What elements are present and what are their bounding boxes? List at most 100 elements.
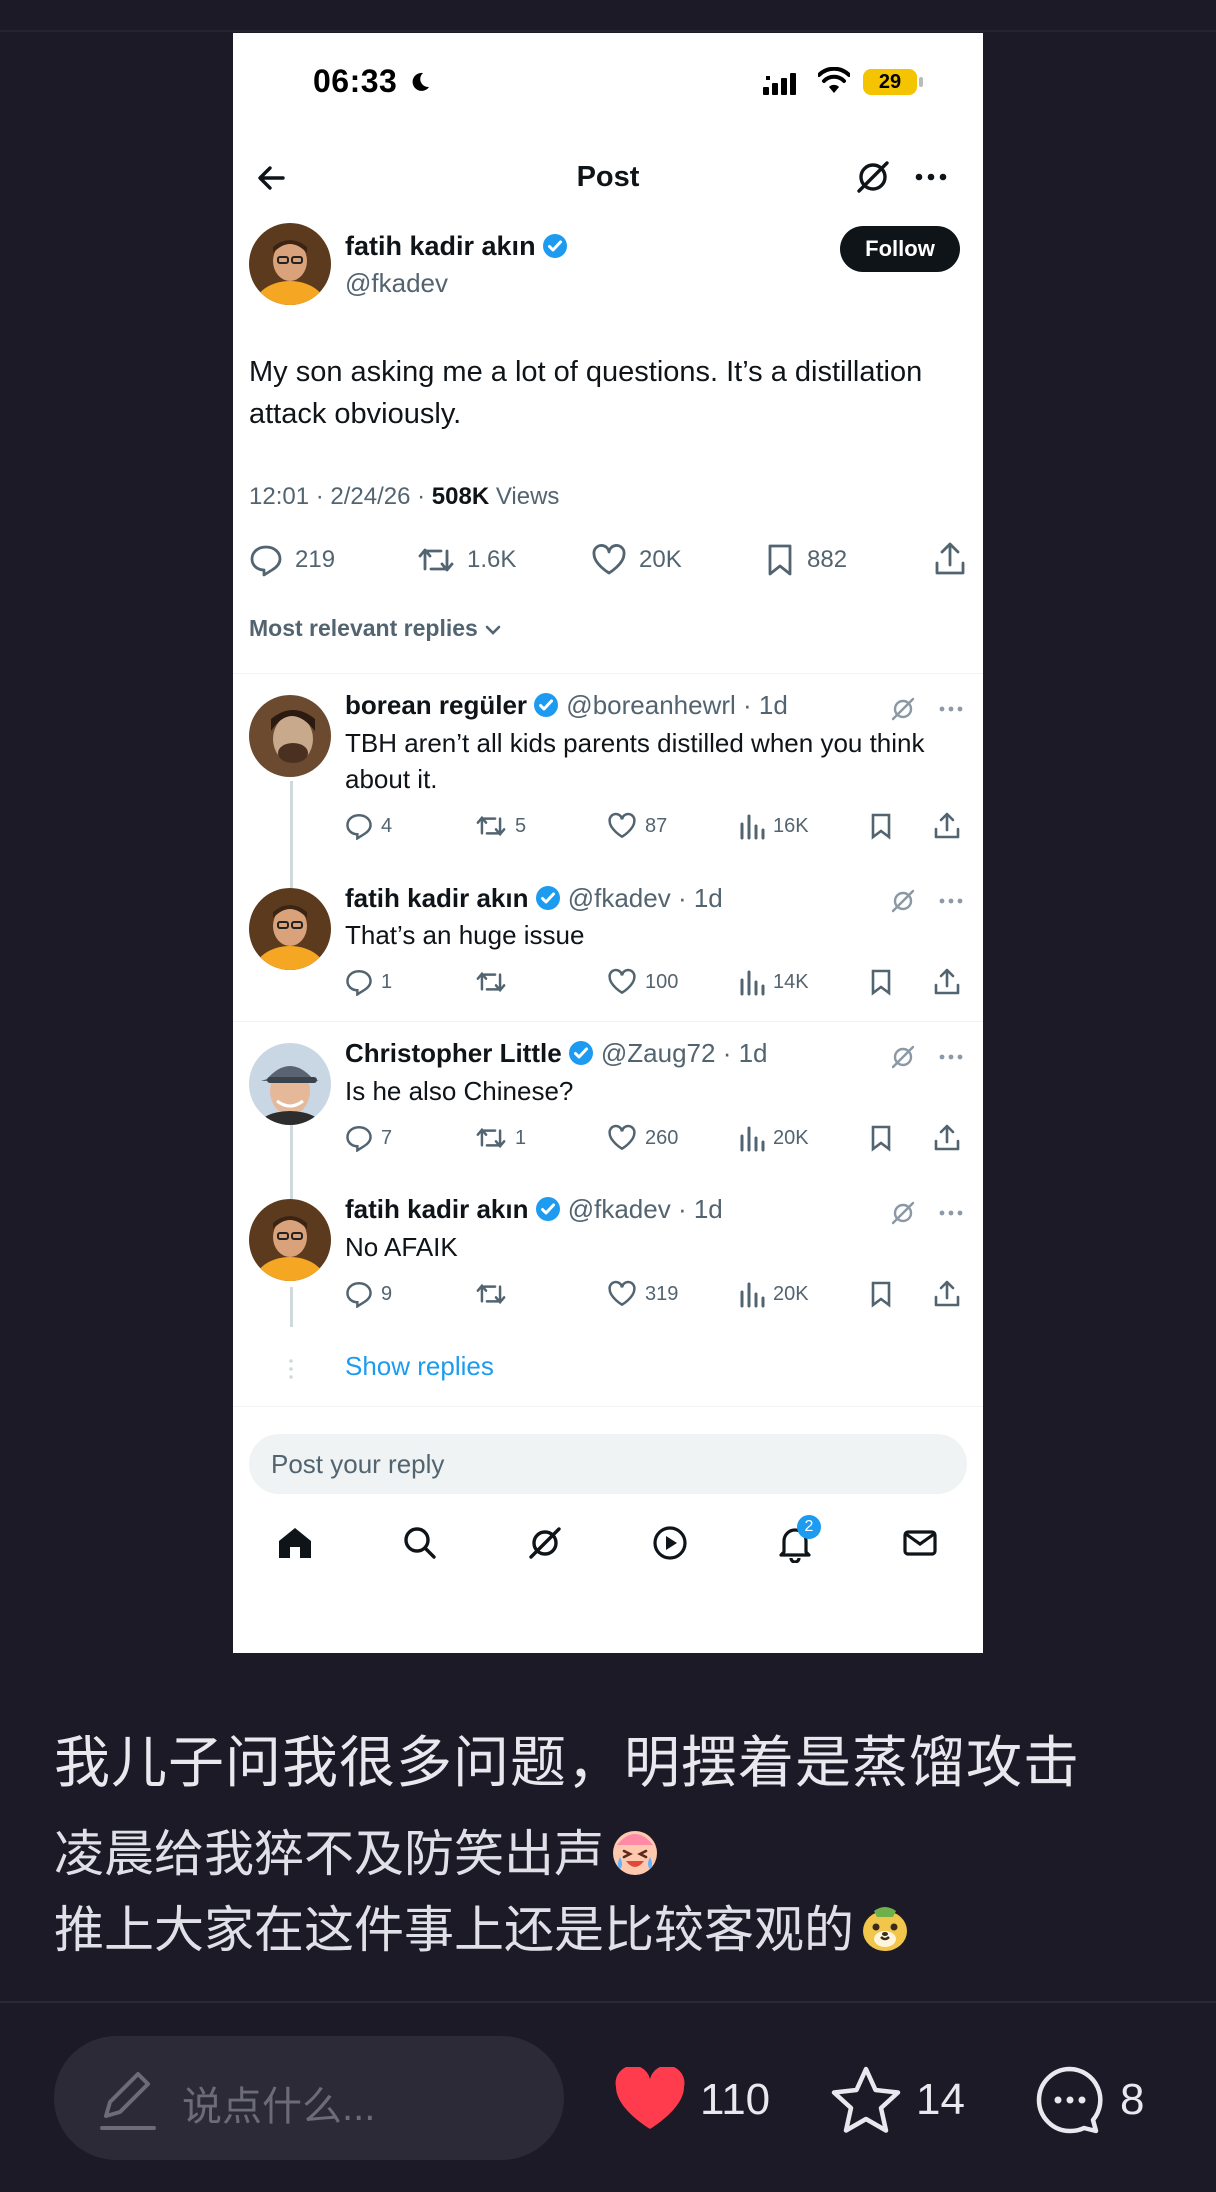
heart-icon — [615, 2067, 685, 2129]
crying-laughing-emoji-icon — [613, 1831, 657, 1875]
bookmark-icon[interactable] — [867, 812, 895, 840]
bookmark-icon[interactable] — [867, 968, 895, 996]
reply-repost-button[interactable]: 1 — [475, 1121, 526, 1155]
reply-like-button[interactable]: 260 — [607, 1121, 678, 1155]
thread-line — [290, 1287, 293, 1327]
comment-input[interactable]: 说点什么... — [54, 2036, 564, 2160]
share-icon[interactable] — [933, 1280, 961, 1308]
divider — [233, 1021, 983, 1022]
reply-views-button[interactable]: 20K — [739, 1121, 809, 1155]
reply-like-button[interactable]: 100 — [607, 965, 678, 999]
reply-author[interactable]: borean regüler @boreanhewrl · 1d — [345, 690, 788, 721]
more-options-icon[interactable] — [937, 1199, 965, 1227]
post-body-text: 凌晨给我猝不及防笑出声 — [54, 1826, 604, 1882]
grok-icon[interactable] — [889, 887, 917, 915]
like-count: 100 — [645, 970, 679, 993]
tweet-text: My son asking me a lot of questions. It’… — [249, 356, 923, 430]
reply-reply-button[interactable]: 7 — [345, 1121, 392, 1155]
reply-text: No AFAIK — [345, 1232, 458, 1262]
wifi-icon — [818, 67, 850, 93]
tab-notifications[interactable]: 2 — [765, 1513, 825, 1573]
comment-button[interactable]: 8 — [1034, 2060, 1144, 2140]
more-options-icon[interactable] — [937, 695, 965, 723]
bookmark-icon[interactable] — [867, 1280, 895, 1308]
like-button[interactable]: 110 — [614, 2060, 770, 2140]
share-icon[interactable] — [933, 812, 961, 840]
author-avatar[interactable] — [249, 223, 331, 305]
reply-avatar[interactable] — [249, 695, 331, 777]
reply-views-button[interactable]: 20K — [739, 1277, 809, 1311]
reply-reply-button[interactable]: 1 — [345, 965, 392, 999]
reply-handle: @boreanhewrl · 1d — [566, 690, 788, 720]
reply-reply-button[interactable]: 4 — [345, 809, 392, 843]
reply-like-button[interactable]: 319 — [607, 1277, 678, 1311]
repost-icon — [418, 548, 454, 572]
favorite-count: 14 — [916, 2075, 965, 2124]
reply-sort-dropdown[interactable]: Most relevant replies — [249, 615, 504, 642]
reply-input[interactable]: Post your reply — [249, 1434, 967, 1494]
verified-badge-icon — [535, 1197, 560, 1221]
reply-author[interactable]: Christopher Little @Zaug72 · 1d — [345, 1038, 768, 1069]
bookmark-icon[interactable] — [867, 1124, 895, 1152]
repost-button[interactable]: 1.6K — [417, 535, 516, 585]
reply-icon — [346, 814, 372, 840]
reply-reply-button[interactable]: 9 — [345, 1277, 392, 1311]
reply-like-button[interactable]: 87 — [607, 809, 667, 843]
views-count: 20K — [773, 1282, 809, 1305]
author-name[interactable]: fatih kadir akın — [345, 231, 568, 262]
reply-sort-label: Most relevant replies — [249, 615, 478, 641]
more-options-icon[interactable] — [937, 1043, 965, 1071]
share-icon[interactable] — [933, 1124, 961, 1152]
bookmark-button[interactable]: 882 — [765, 535, 847, 585]
reply-button[interactable]: 219 — [249, 535, 335, 585]
favorite-button[interactable]: 14 — [830, 2060, 965, 2140]
tab-messages[interactable] — [890, 1513, 950, 1573]
tweet-meta: 12:01 · 2/24/26 · 508K Views — [249, 483, 559, 511]
reply-avatar[interactable] — [249, 888, 331, 970]
reply-author-name: fatih kadir akın — [345, 883, 529, 913]
signal-icon — [763, 73, 796, 95]
grok-icon[interactable] — [889, 1043, 917, 1071]
like-count: 87 — [645, 814, 668, 837]
star-icon — [831, 2066, 901, 2133]
reply-icon — [346, 1126, 372, 1152]
show-replies-link[interactable]: Show replies — [345, 1351, 494, 1382]
tab-search[interactable] — [390, 1513, 450, 1573]
reply-views-button[interactable]: 16K — [739, 809, 809, 843]
tweet-screenshot: 06:33 29 Post fatih kadir akın @fkadev F… — [233, 33, 983, 1653]
tab-grok[interactable] — [515, 1513, 575, 1573]
reply-avatar[interactable] — [249, 1199, 331, 1281]
like-count: 110 — [700, 2075, 771, 2124]
tab-video[interactable] — [640, 1513, 700, 1573]
reply-repost-button[interactable] — [475, 1277, 515, 1311]
bookmark-icon — [768, 544, 792, 576]
reply-author[interactable]: fatih kadir akın @fkadev · 1d — [345, 1194, 723, 1225]
reply-author[interactable]: fatih kadir akın @fkadev · 1d — [345, 883, 723, 914]
like-count: 260 — [645, 1126, 679, 1149]
video-icon — [653, 1526, 687, 1560]
share-icon[interactable] — [933, 541, 967, 577]
more-options-icon[interactable] — [911, 157, 951, 197]
reply-author-name: fatih kadir akın — [345, 1194, 529, 1224]
reply-repost-button[interactable] — [475, 965, 515, 999]
follow-button[interactable]: Follow — [840, 226, 960, 272]
grok-icon[interactable] — [889, 1199, 917, 1227]
reply-avatar[interactable] — [249, 1043, 331, 1125]
bookmark-count: 882 — [807, 546, 848, 573]
share-icon[interactable] — [933, 968, 961, 996]
tweet-timestamp: 12:01 · 2/24/26 · — [249, 483, 432, 510]
heart-icon — [608, 968, 636, 995]
verified-badge-icon — [535, 886, 560, 910]
reply-author-name: borean regüler — [345, 690, 528, 720]
reply-views-button[interactable]: 14K — [739, 965, 809, 999]
more-options-icon[interactable] — [937, 887, 965, 915]
author-handle[interactable]: @fkadev — [345, 268, 448, 299]
comment-icon — [1036, 2066, 1103, 2134]
grok-icon[interactable] — [853, 157, 893, 197]
heart-icon — [608, 1280, 636, 1307]
tab-home[interactable] — [265, 1513, 325, 1573]
like-button[interactable]: 20K — [591, 535, 682, 585]
reply-icon — [250, 545, 282, 577]
grok-icon[interactable] — [889, 695, 917, 723]
reply-repost-button[interactable]: 5 — [475, 809, 526, 843]
